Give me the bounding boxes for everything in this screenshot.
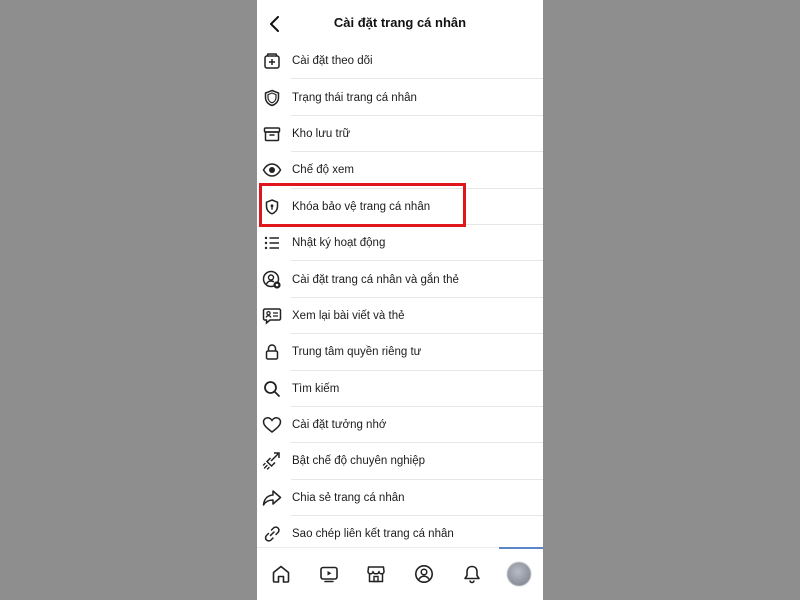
menu-item-label: Bật chế độ chuyên nghiệp bbox=[292, 455, 425, 468]
nav-home[interactable] bbox=[257, 548, 305, 600]
menu-item-label: Trạng thái trang cá nhân bbox=[292, 91, 417, 104]
shield-icon bbox=[262, 88, 282, 108]
menu-item-privacy-center[interactable]: Trung tâm quyền riêng tư bbox=[257, 334, 543, 371]
menu-item-label: Tìm kiếm bbox=[292, 382, 340, 395]
nav-notifications[interactable] bbox=[448, 548, 496, 600]
link-icon bbox=[262, 524, 282, 544]
menu-item-label: Nhật ký hoạt động bbox=[292, 237, 386, 250]
menu-item-label: Chế độ xem bbox=[292, 164, 355, 177]
menu-item-profile-status[interactable]: Trạng thái trang cá nhân bbox=[257, 79, 543, 117]
menu-item-profile-lock[interactable]: Khóa bảo vệ trang cá nhân bbox=[257, 189, 543, 226]
nav-marketplace[interactable] bbox=[352, 548, 400, 600]
nav-video[interactable] bbox=[305, 548, 353, 600]
header: Cài đặt trang cá nhân bbox=[257, 0, 543, 48]
menu-item-label: Chia sẻ trang cá nhân bbox=[292, 491, 405, 504]
menu-item-label: Cài đặt theo dõi bbox=[292, 55, 373, 68]
menu-item-label: Trung tâm quyền riêng tư bbox=[292, 346, 422, 359]
profile-icon bbox=[414, 565, 433, 583]
phone-screen: Cài đặt trang cá nhân Cài đặt theo dõi T… bbox=[257, 0, 543, 600]
menu-item-label: Khóa bảo vệ trang cá nhân bbox=[292, 200, 431, 213]
menu-item-memorial-settings[interactable]: Cài đặt tưởng nhớ bbox=[257, 407, 543, 444]
menu-item-label: Sao chép liên kết trang cá nhân bbox=[292, 528, 454, 541]
active-tab-indicator bbox=[499, 547, 543, 549]
video-icon bbox=[319, 566, 338, 583]
menu-item-label: Cài đặt tưởng nhớ bbox=[292, 419, 387, 432]
heart-icon bbox=[262, 415, 282, 435]
page-title: Cài đặt trang cá nhân bbox=[333, 15, 467, 30]
bell-icon bbox=[463, 565, 480, 584]
marketplace-icon bbox=[367, 566, 385, 583]
lock-icon bbox=[262, 342, 282, 362]
menu-item-profile-tagging-settings[interactable]: Cài đặt trang cá nhân và gắn thẻ bbox=[257, 261, 543, 299]
search-icon bbox=[262, 379, 282, 399]
menu-item-archive[interactable]: Kho lưu trữ bbox=[257, 116, 543, 153]
avatar bbox=[507, 562, 532, 586]
professional-mode-icon bbox=[262, 451, 282, 471]
settings-menu: Cài đặt theo dõi Trạng thái trang cá nhâ… bbox=[257, 43, 543, 552]
eye-icon bbox=[262, 160, 282, 180]
menu-item-view-mode[interactable]: Chế độ xem bbox=[257, 152, 543, 189]
nav-menu[interactable] bbox=[495, 548, 543, 600]
nav-profile[interactable] bbox=[400, 548, 448, 600]
review-posts-icon bbox=[262, 306, 282, 326]
bottom-nav bbox=[257, 547, 543, 600]
list-icon bbox=[262, 233, 282, 253]
menu-item-label: Cài đặt trang cá nhân và gắn thẻ bbox=[292, 273, 459, 286]
menu-item-follow-settings[interactable]: Cài đặt theo dõi bbox=[257, 43, 543, 80]
add-follow-icon bbox=[262, 51, 282, 71]
menu-item-label: Kho lưu trữ bbox=[292, 127, 351, 140]
shield-lock-icon bbox=[262, 197, 282, 217]
menu-item-review-posts-tags[interactable]: Xem lại bài viết và thẻ bbox=[257, 298, 543, 335]
menu-item-professional-mode[interactable]: Bật chế độ chuyên nghiệp bbox=[257, 443, 543, 481]
menu-item-share-profile[interactable]: Chia sẻ trang cá nhân bbox=[257, 480, 543, 517]
menu-item-activity-log[interactable]: Nhật ký hoạt động bbox=[257, 225, 543, 262]
menu-item-search[interactable]: Tìm kiếm bbox=[257, 371, 543, 408]
home-icon bbox=[272, 565, 290, 583]
archive-icon bbox=[262, 124, 282, 144]
profile-settings-icon bbox=[262, 270, 282, 290]
menu-item-label: Xem lại bài viết và thẻ bbox=[292, 309, 405, 322]
share-icon bbox=[262, 488, 282, 508]
